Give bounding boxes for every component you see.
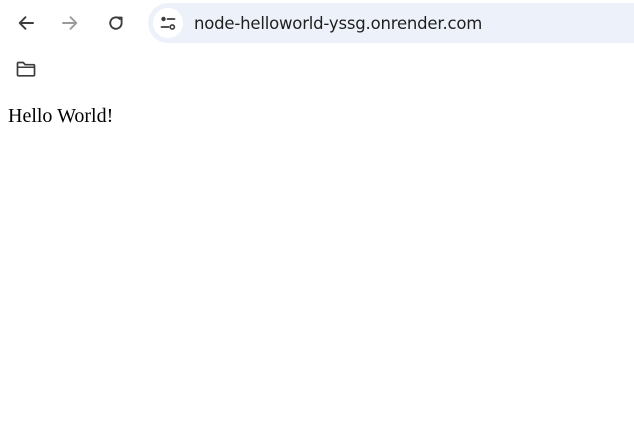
arrow-left-icon (18, 16, 34, 30)
browser-window: node-helloworld-yssg.onrender.com Hello … (0, 0, 634, 439)
reload-button[interactable] (100, 7, 132, 39)
page-body-text: Hello World! (8, 105, 114, 127)
bookmark-folder-button[interactable] (10, 55, 42, 83)
site-info-button[interactable] (153, 8, 183, 38)
tune-icon (160, 16, 176, 30)
bookmarks-bar (0, 46, 634, 92)
reload-icon (109, 16, 123, 30)
arrow-right-icon (62, 16, 78, 30)
browser-toolbar: node-helloworld-yssg.onrender.com (0, 0, 634, 46)
address-bar[interactable]: node-helloworld-yssg.onrender.com (148, 3, 634, 43)
url-text[interactable]: node-helloworld-yssg.onrender.com (194, 14, 482, 33)
back-button[interactable] (10, 7, 42, 39)
forward-button[interactable] (54, 7, 86, 39)
folder-icon (16, 61, 36, 77)
